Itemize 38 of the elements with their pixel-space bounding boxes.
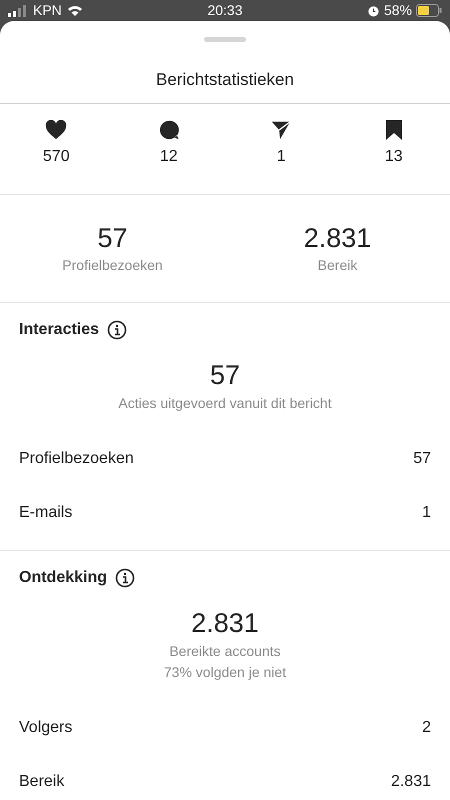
speech-bubble-icon: [158, 119, 180, 141]
metric-label: Bereik: [19, 772, 64, 792]
stat-label: Bereik: [318, 256, 358, 275]
section-caption: Bereikte accounts: [169, 642, 281, 661]
section-total: 57: [210, 359, 240, 392]
clock-time: 20:33: [207, 1, 243, 20]
bookmark-icon: [384, 119, 403, 141]
stat-count: 12: [160, 147, 178, 167]
info-icon[interactable]: [115, 568, 136, 588]
info-icon[interactable]: [107, 320, 128, 340]
stat-label: Profielbezoeken: [62, 256, 163, 275]
metric-value: 2: [422, 718, 431, 738]
stat-value: 2.831: [304, 222, 372, 255]
stat-count: 13: [384, 147, 403, 167]
heart-icon: [45, 120, 68, 140]
sheet-title: Berichtstatistieken: [156, 69, 294, 92]
battery-icon: [416, 4, 442, 17]
section-caption: 73% volgden je niet: [164, 663, 286, 682]
wifi-icon: [66, 4, 83, 16]
metric-label: Volgers: [19, 718, 72, 738]
stat-count: 570: [42, 147, 70, 167]
carrier-name: KPN: [33, 1, 62, 20]
section-title: Interacties: [19, 320, 100, 340]
section-total: 2.831: [191, 607, 259, 640]
metric-label: Profielbezoeken: [19, 449, 134, 469]
metric-value: 2.831: [390, 772, 431, 792]
metric-value: 57: [413, 449, 431, 469]
battery-percentage: 58%: [384, 1, 412, 20]
metric-label: E-mails: [19, 503, 72, 523]
section-caption: Acties uitgevoerd vanuit dit bericht: [118, 394, 332, 413]
metric-value: 1: [422, 503, 431, 523]
stat-value: 57: [97, 222, 128, 255]
section-title: Ontdekking: [19, 568, 108, 588]
paper-plane-icon: [270, 119, 292, 141]
stat-count: 1: [276, 147, 286, 167]
alarm-clock-icon: [366, 4, 380, 17]
drag-handle[interactable]: [204, 36, 246, 42]
signal-icon: [8, 4, 28, 16]
